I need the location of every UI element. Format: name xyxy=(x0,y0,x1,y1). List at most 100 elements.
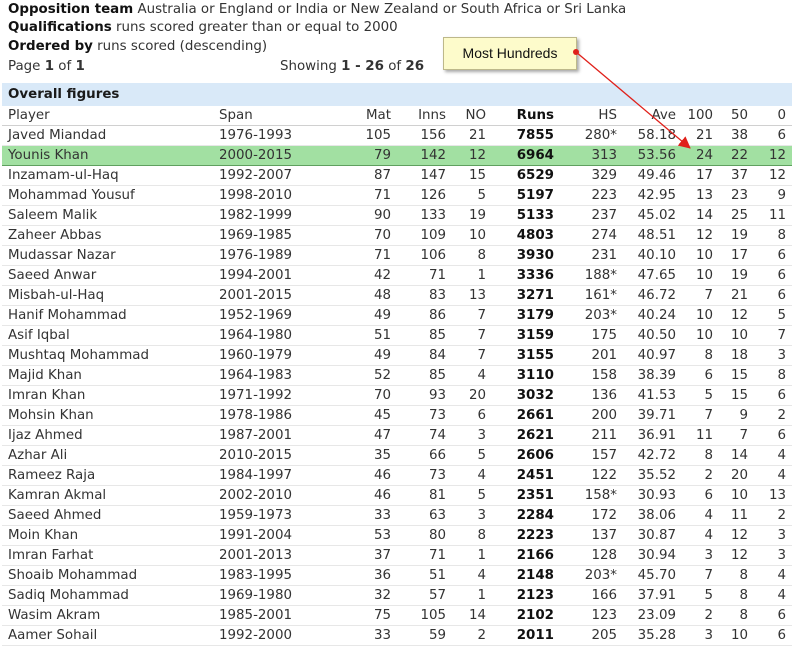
cell-player[interactable]: Kamran Akmal xyxy=(2,485,213,506)
column-header-ave[interactable]: Ave xyxy=(617,106,676,126)
cell-ducks: 3 xyxy=(748,545,792,566)
cell-player[interactable]: Younis Khan xyxy=(2,145,213,166)
cell-ave: 42.72 xyxy=(617,445,676,466)
cell-player[interactable]: Imran Farhat xyxy=(2,545,213,566)
opposition-value: Australia or England or India or New Zea… xyxy=(137,2,627,17)
cell-fifties: 10 xyxy=(713,325,748,346)
cell-player[interactable]: Zaheer Abbas xyxy=(2,225,213,246)
cell-player[interactable]: Javed Miandad xyxy=(2,125,213,146)
cell-player[interactable]: Imran Khan xyxy=(2,385,213,406)
cell-player[interactable]: Saeed Anwar xyxy=(2,265,213,286)
cell-fifties: 17 xyxy=(713,245,748,266)
cell-inns: 109 xyxy=(391,225,446,246)
column-header-span[interactable]: Span xyxy=(213,106,313,126)
cell-ave: 42.95 xyxy=(617,185,676,206)
column-header-mat[interactable]: Mat xyxy=(313,106,391,126)
cell-no: 14 xyxy=(446,605,486,626)
cell-span: 1998-2010 xyxy=(213,185,313,206)
section-title: Overall figures xyxy=(8,87,120,102)
cell-no: 5 xyxy=(446,445,486,466)
cell-inns: 73 xyxy=(391,465,446,486)
cell-player[interactable]: Azhar Ali xyxy=(2,445,213,466)
cell-player[interactable]: Majid Khan xyxy=(2,365,213,386)
cell-no: 6 xyxy=(446,405,486,426)
cell-player[interactable]: Wasim Akram xyxy=(2,605,213,626)
cell-ducks: 6 xyxy=(748,625,792,646)
cell-fifties: 21 xyxy=(713,285,748,306)
cell-player[interactable]: Ijaz Ahmed xyxy=(2,425,213,446)
cell-no: 7 xyxy=(446,325,486,346)
cell-player[interactable]: Shoaib Mohammad xyxy=(2,565,213,586)
cell-ducks: 4 xyxy=(748,445,792,466)
page-of: of xyxy=(58,59,72,74)
cell-mat: 46 xyxy=(313,485,391,506)
cell-player[interactable]: Mohammad Yousuf xyxy=(2,185,213,206)
column-header-inns[interactable]: Inns xyxy=(391,106,446,126)
cell-hundreds: 7 xyxy=(676,405,713,426)
cell-player[interactable]: Misbah-ul-Haq xyxy=(2,285,213,306)
cell-inns: 71 xyxy=(391,545,446,566)
cell-player[interactable]: Aamer Sohail xyxy=(2,625,213,646)
cell-player[interactable]: Saeed Ahmed xyxy=(2,505,213,526)
cell-player[interactable]: Mohsin Khan xyxy=(2,405,213,426)
cell-mat: 33 xyxy=(313,625,391,646)
cell-ave: 48.51 xyxy=(617,225,676,246)
cell-span: 2002-2010 xyxy=(213,485,313,506)
cell-ave: 30.93 xyxy=(617,485,676,506)
table-row: Javed Miandad 1976-1993 105 156 21 7855 280* 58… xyxy=(2,125,792,146)
cell-player[interactable]: Mushtaq Mohammad xyxy=(2,345,213,366)
filter-ordered-by: Ordered by runs scored (descending) xyxy=(8,37,267,57)
cell-mat: 52 xyxy=(313,365,391,386)
column-header-no[interactable]: NO xyxy=(446,106,486,126)
cell-runs: 3271 xyxy=(486,285,554,306)
cell-mat: 49 xyxy=(313,305,391,326)
column-header-100[interactable]: 100 xyxy=(676,106,713,126)
cell-player[interactable]: Mudassar Nazar xyxy=(2,245,213,266)
cell-hs: 205 xyxy=(554,625,617,646)
column-header-runs[interactable]: Runs xyxy=(486,106,554,126)
cell-runs: 2011 xyxy=(486,625,554,646)
showing-of: of xyxy=(388,59,402,74)
cell-ducks: 5 xyxy=(748,305,792,326)
cell-player[interactable]: Inzamam-ul-Haq xyxy=(2,165,213,186)
callout-label: Most Hundreds xyxy=(462,45,558,61)
column-header-hs[interactable]: HS xyxy=(554,106,617,126)
cell-hundreds: 4 xyxy=(676,505,713,526)
cell-no: 21 xyxy=(446,125,486,146)
column-header-0[interactable]: 0 xyxy=(748,106,792,126)
table-row: Zaheer Abbas 1969-1985 70 109 10 4803 274 48.51… xyxy=(2,225,792,246)
cell-fifties: 19 xyxy=(713,265,748,286)
page-prefix: Page xyxy=(8,59,41,74)
cell-mat: 49 xyxy=(313,345,391,366)
cell-player[interactable]: Saleem Malik xyxy=(2,205,213,226)
column-header-50[interactable]: 50 xyxy=(713,106,748,126)
cell-player[interactable]: Asif Iqbal xyxy=(2,325,213,346)
cell-no: 8 xyxy=(446,525,486,546)
cell-inns: 63 xyxy=(391,505,446,526)
cell-hs: 188* xyxy=(554,265,617,286)
cell-mat: 48 xyxy=(313,285,391,306)
showing-prefix: Showing xyxy=(280,59,337,74)
table-header-row: Player Span Mat Inns NO Runs HS Ave 100 … xyxy=(2,106,792,126)
cell-player[interactable]: Moin Khan xyxy=(2,525,213,546)
cell-hs: 274 xyxy=(554,225,617,246)
cell-span: 1959-1973 xyxy=(213,505,313,526)
cell-runs: 3110 xyxy=(486,365,554,386)
showing-total: 26 xyxy=(405,59,425,74)
cell-inns: 74 xyxy=(391,425,446,446)
cell-ave: 40.24 xyxy=(617,305,676,326)
cell-player[interactable]: Rameez Raja xyxy=(2,465,213,486)
cell-no: 13 xyxy=(446,285,486,306)
cell-span: 2001-2015 xyxy=(213,285,313,306)
table-row: Misbah-ul-Haq 2001-2015 48 83 13 3271 161* 46.7… xyxy=(2,285,792,306)
cell-ducks: 3 xyxy=(748,345,792,366)
cell-player[interactable]: Hanif Mohammad xyxy=(2,305,213,326)
cell-ducks: 6 xyxy=(748,245,792,266)
cell-span: 2001-2013 xyxy=(213,545,313,566)
cell-ave: 36.91 xyxy=(617,425,676,446)
column-header-player[interactable]: Player xyxy=(2,106,213,126)
cell-mat: 45 xyxy=(313,405,391,426)
cell-player[interactable]: Sadiq Mohammad xyxy=(2,585,213,606)
table-row: Moin Khan 1991-2004 53 80 8 2223 137 30.87 4 12 3 xyxy=(2,525,792,546)
cell-span: 1984-1997 xyxy=(213,465,313,486)
